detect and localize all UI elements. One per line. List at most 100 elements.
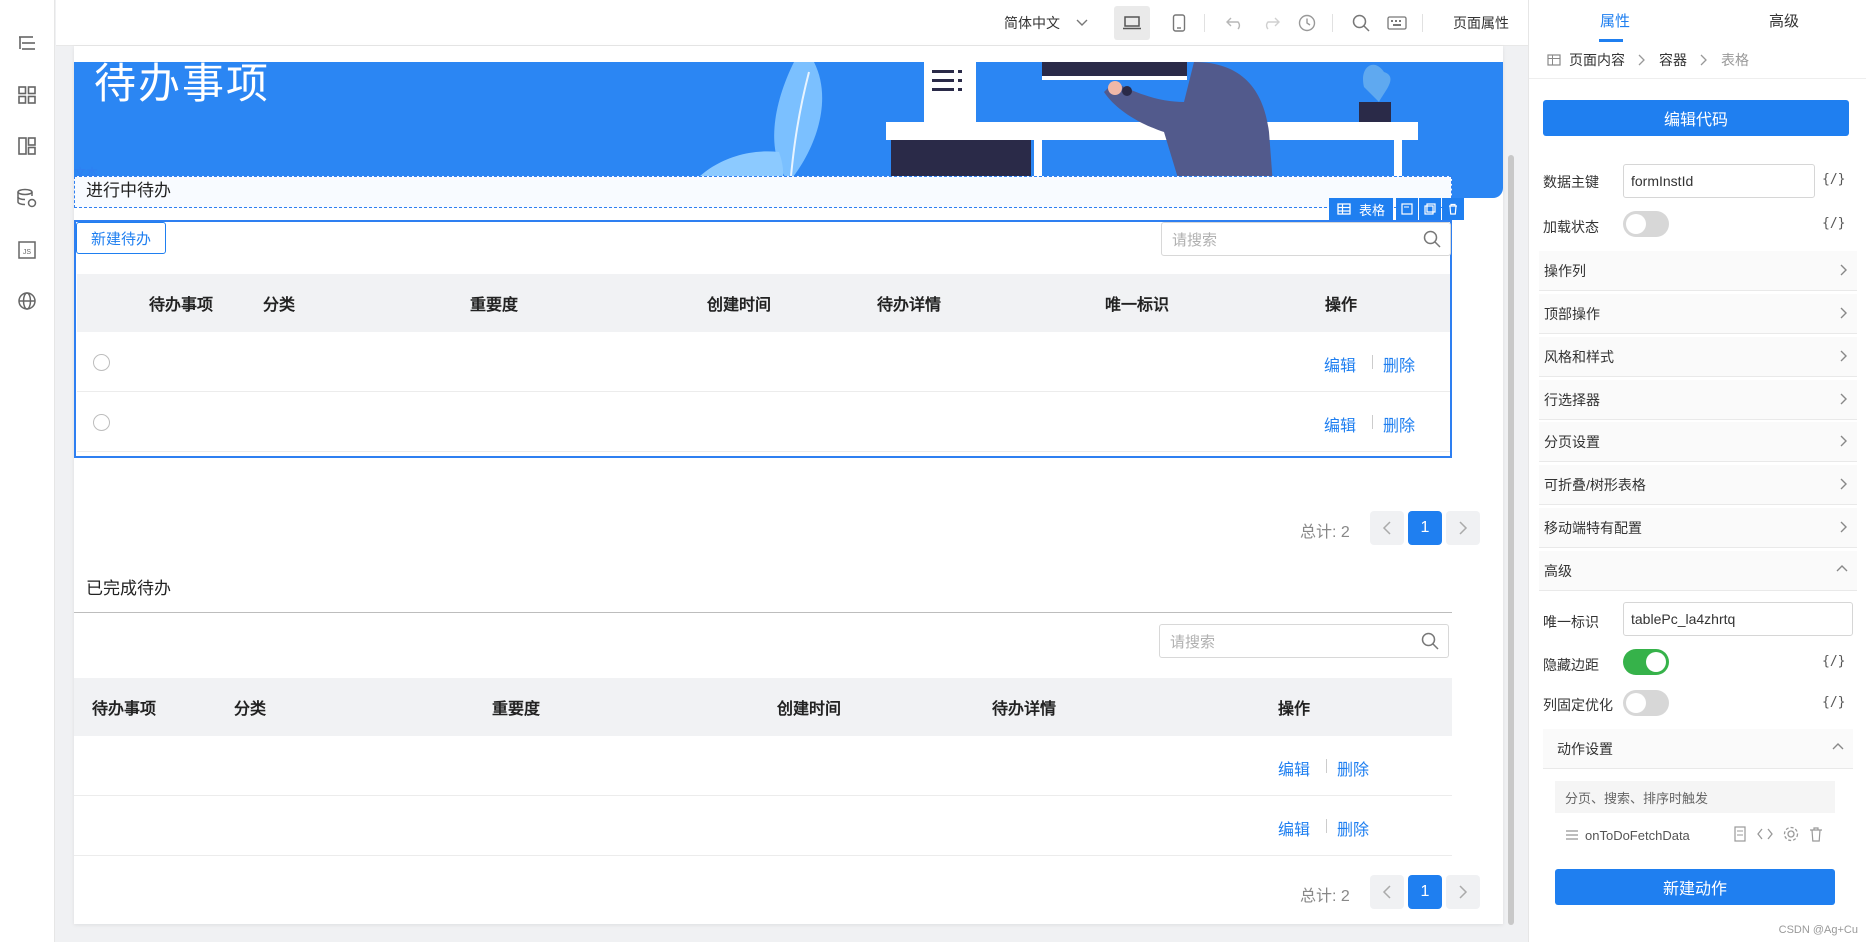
canvas-scrollbar[interactable]: [1508, 155, 1514, 925]
keyboard-button[interactable]: [1384, 0, 1410, 46]
section-top-actions[interactable]: 顶部操作: [1539, 294, 1857, 334]
svg-text:JS: JS: [23, 249, 32, 256]
column-header[interactable]: 操作: [1325, 274, 1357, 332]
breadcrumb-item[interactable]: 容器: [1659, 50, 1687, 70]
drag-handle-icon[interactable]: [1565, 829, 1579, 841]
breadcrumb-item[interactable]: 页面内容: [1569, 50, 1625, 70]
section-label: 风格和样式: [1544, 348, 1614, 365]
section-label: 可折叠/树形表格: [1544, 476, 1646, 493]
mobile-view-button[interactable]: [1166, 0, 1192, 46]
history-button[interactable]: [1294, 0, 1320, 46]
section-tree-table[interactable]: 可折叠/树形表格: [1539, 465, 1857, 505]
components-grid-icon[interactable]: [14, 82, 40, 108]
column-header[interactable]: 操作: [1278, 678, 1310, 736]
next-page-button[interactable]: [1446, 511, 1480, 545]
new-todo-button[interactable]: 新建待办: [76, 222, 166, 254]
globe-icon[interactable]: [14, 288, 40, 314]
property-panel: 属性 高级 页面内容 容器 表格 编辑代码 数据主键 formInstId {/…: [1528, 0, 1866, 942]
breadcrumb-item-current: 表格: [1721, 52, 1749, 68]
section-title-completed: 已完成待办: [86, 579, 171, 598]
table-copy-icon[interactable]: [1419, 198, 1442, 220]
column-header[interactable]: 唯一标识: [1105, 274, 1169, 332]
col-fixed-toggle[interactable]: [1623, 690, 1669, 716]
expression-toggle[interactable]: {/}: [1822, 172, 1845, 187]
column-header[interactable]: 分类: [234, 678, 266, 736]
edit-link[interactable]: 编辑: [1324, 412, 1356, 436]
page-button-current[interactable]: 1: [1408, 511, 1442, 545]
chevron-right-icon: [1459, 521, 1468, 535]
column-header[interactable]: 待办详情: [992, 678, 1056, 736]
table-delete-icon[interactable]: [1442, 198, 1465, 220]
section-style[interactable]: 风格和样式: [1539, 337, 1857, 377]
js-code-icon[interactable]: JS: [14, 237, 40, 263]
language-select[interactable]: 简体中文: [1004, 0, 1088, 46]
search-button[interactable]: [1348, 0, 1374, 46]
table-component-tag[interactable]: 表格: [1329, 198, 1394, 220]
column-header[interactable]: 重要度: [492, 678, 540, 736]
outline-tree-icon[interactable]: [14, 30, 40, 56]
tab-properties[interactable]: 属性: [1600, 0, 1630, 40]
text-component-selected[interactable]: [74, 176, 1452, 208]
delete-link[interactable]: 删除: [1383, 412, 1415, 436]
edit-code-button[interactable]: 编辑代码: [1543, 100, 1849, 136]
section-row-selector[interactable]: 行选择器: [1539, 380, 1857, 420]
delete-link[interactable]: 删除: [1383, 352, 1415, 376]
chevron-right-icon: [1840, 350, 1847, 362]
search-input[interactable]: 请搜索: [1159, 624, 1449, 658]
table-icon: [1337, 203, 1351, 215]
expression-toggle[interactable]: {/}: [1822, 216, 1845, 231]
data-key-input[interactable]: formInstId: [1623, 164, 1815, 198]
tab-advanced[interactable]: 高级: [1769, 0, 1799, 40]
code-icon[interactable]: [1757, 826, 1773, 842]
redo-button[interactable]: [1258, 0, 1284, 46]
document-icon[interactable]: [1733, 826, 1747, 842]
next-page-button[interactable]: [1446, 875, 1480, 909]
edit-link[interactable]: 编辑: [1324, 352, 1356, 376]
action-settings-header[interactable]: 动作设置: [1543, 729, 1853, 769]
page-properties-button[interactable]: 页面属性: [1453, 0, 1509, 46]
expression-toggle[interactable]: {/}: [1822, 695, 1845, 710]
top-toolbar: 简体中文 页面属性: [56, 0, 1528, 46]
data-source-icon[interactable]: [14, 185, 40, 211]
prev-page-button[interactable]: [1370, 875, 1404, 909]
undo-icon: [1226, 17, 1241, 30]
undo-button[interactable]: [1222, 0, 1248, 46]
layout-icon[interactable]: [14, 133, 40, 159]
column-header[interactable]: 创建时间: [707, 274, 771, 332]
section-advanced[interactable]: 高级: [1539, 551, 1857, 591]
prev-page-button[interactable]: [1370, 511, 1404, 545]
action-item[interactable]: onToDoFetchData: [1565, 823, 1690, 847]
column-header[interactable]: 待办详情: [877, 274, 941, 332]
section-label: 顶部操作: [1544, 305, 1600, 322]
column-header[interactable]: 创建时间: [777, 678, 841, 736]
table-in-progress[interactable]: 新建待办 请搜索 待办事项 分类 重要度 创建时间 待办详情 唯一标识 操作 编…: [74, 220, 1452, 458]
row-radio[interactable]: [93, 354, 110, 371]
column-header[interactable]: 待办事项: [149, 274, 213, 332]
table-row: 编辑 删除: [74, 796, 1452, 856]
unique-id-input[interactable]: tablePc_la4zhrtq: [1623, 602, 1853, 636]
table-edit-icon[interactable]: [1396, 198, 1419, 220]
trash-icon[interactable]: [1809, 826, 1823, 842]
column-header[interactable]: 重要度: [470, 274, 518, 332]
section-action-column[interactable]: 操作列: [1539, 251, 1857, 291]
section-pagination[interactable]: 分页设置: [1539, 422, 1857, 462]
new-action-button[interactable]: 新建动作: [1555, 869, 1835, 905]
column-header[interactable]: 待办事项: [92, 678, 156, 736]
left-toolbar: JS: [0, 0, 55, 942]
section-mobile-config[interactable]: 移动端特有配置: [1539, 508, 1857, 548]
gear-icon[interactable]: [1783, 826, 1799, 842]
page-button-current[interactable]: 1: [1408, 875, 1442, 909]
edit-link[interactable]: 编辑: [1278, 756, 1310, 780]
delete-link[interactable]: 删除: [1337, 756, 1369, 780]
hide-margin-toggle[interactable]: [1623, 649, 1669, 675]
delete-link[interactable]: 删除: [1337, 816, 1369, 840]
search-input[interactable]: 请搜索: [1161, 222, 1451, 256]
keyboard-icon: [1387, 16, 1407, 30]
chevron-right-icon: [1700, 54, 1707, 66]
row-radio[interactable]: [93, 414, 110, 431]
desktop-view-button[interactable]: [1114, 6, 1150, 40]
column-header[interactable]: 分类: [263, 274, 295, 332]
expression-toggle[interactable]: {/}: [1822, 654, 1845, 669]
edit-link[interactable]: 编辑: [1278, 816, 1310, 840]
loading-toggle[interactable]: [1623, 211, 1669, 237]
